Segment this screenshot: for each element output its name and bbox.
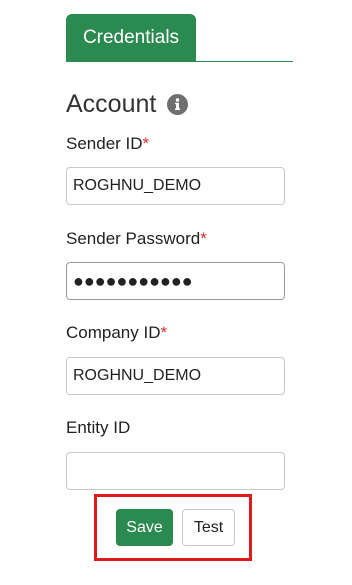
tab-bar: Credentials [66,14,293,62]
test-button[interactable]: Test [182,509,235,546]
sender-password-input[interactable] [66,262,285,300]
tab-credentials-label: Credentials [82,27,180,48]
tab-credentials[interactable]: Credentials [66,14,196,62]
test-button-label: Test [193,518,224,536]
sender-password-label: Sender Password* [66,229,207,248]
required-marker: * [142,134,150,153]
info-icon[interactable] [167,94,189,115]
company-id-input[interactable] [66,357,285,395]
entity-id-input[interactable] [66,452,285,490]
company-id-label: Company ID* [66,323,168,342]
section-title: Account [66,90,157,118]
section-header: Account [66,90,189,119]
required-marker: * [160,323,168,342]
entity-id-label: Entity ID [66,418,131,437]
sender-id-label: Sender ID* [66,134,150,153]
save-button-label: Save [126,518,163,536]
required-marker: * [200,229,207,248]
sender-id-input[interactable] [66,167,285,205]
save-button[interactable]: Save [116,509,173,546]
